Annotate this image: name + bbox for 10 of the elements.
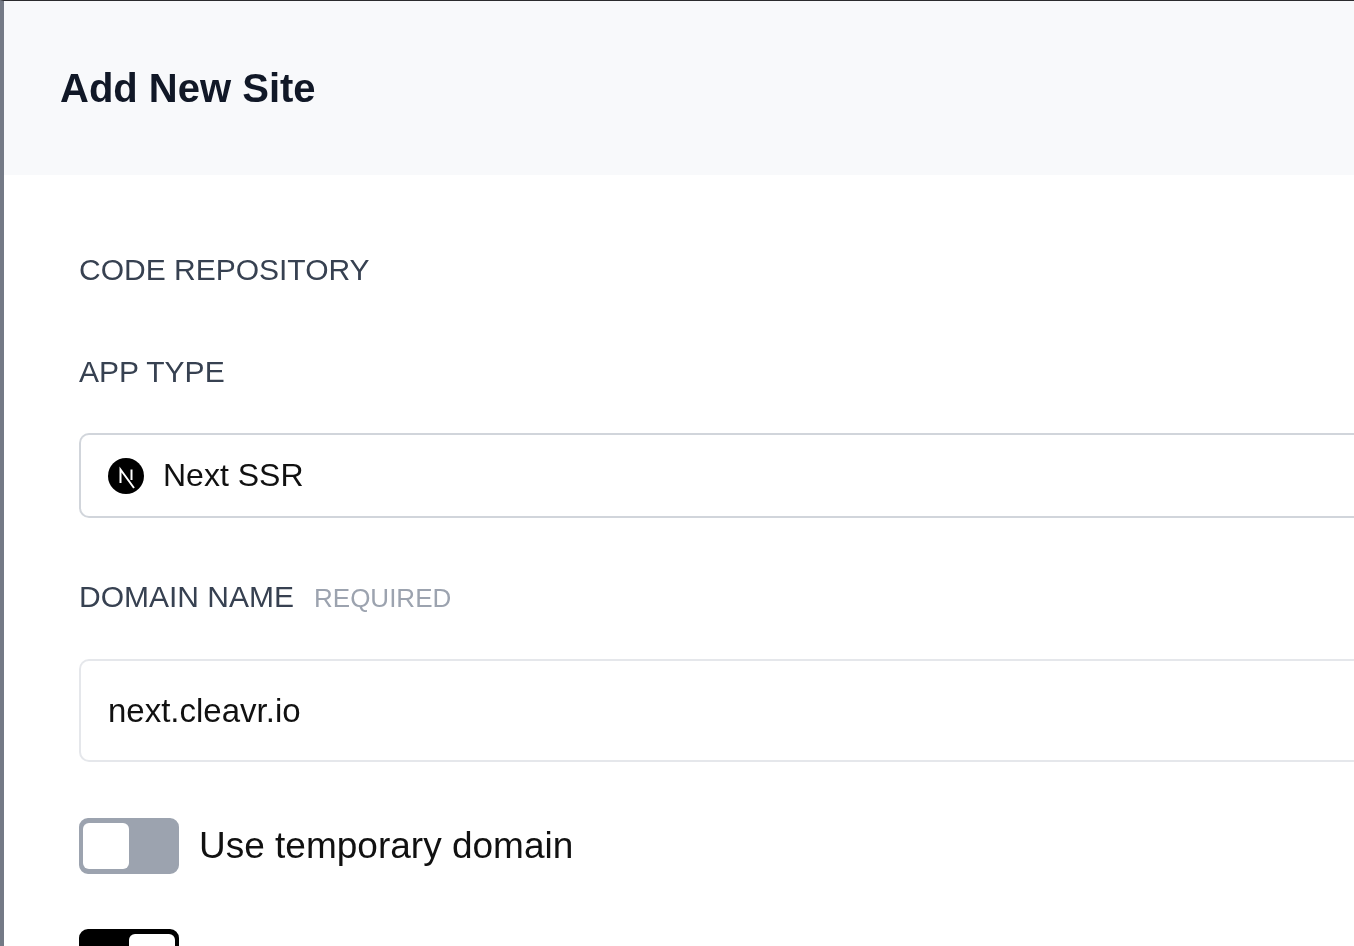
section-label: CODE REPOSITORY (79, 252, 370, 288)
section-label: DOMAIN NAME (79, 579, 294, 615)
section-label: APP TYPE (79, 354, 225, 390)
page-title: Add New Site (60, 65, 316, 112)
required-hint: REQUIRED (314, 582, 452, 615)
app-type-select[interactable]: Next SSR (79, 433, 1354, 518)
domain-name-input[interactable]: next.cleavr.io (79, 659, 1354, 762)
toggle-switch[interactable] (79, 818, 179, 874)
n-logo-icon (108, 457, 144, 494)
toggle-label: Use temporary domain (199, 824, 574, 868)
